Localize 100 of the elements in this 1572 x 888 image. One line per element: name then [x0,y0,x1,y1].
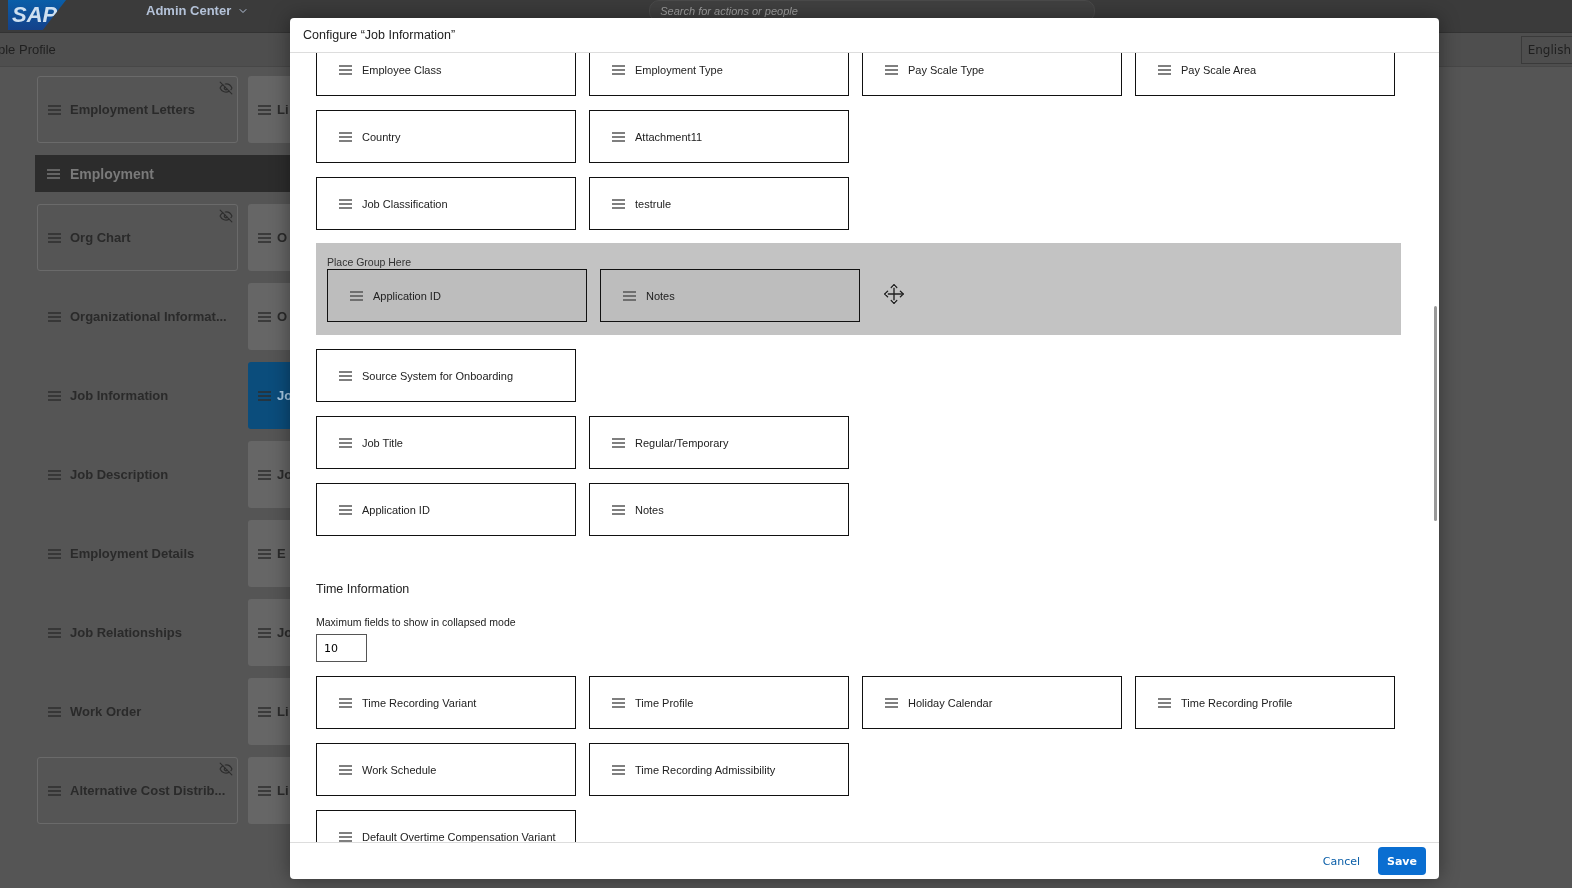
drag-handle-icon [48,706,61,717]
field-card[interactable]: Country [316,110,576,163]
drag-handle-icon [48,785,61,796]
field-card[interactable]: Application ID [327,269,587,322]
drag-handle-icon [48,390,61,401]
drag-handle-icon [339,504,352,515]
drag-handle-icon [1158,697,1171,708]
field-label: Default Overtime Compensation Variant [362,830,556,842]
drag-handle-icon [339,64,352,75]
drag-handle-icon [612,198,625,209]
field-label: Job Title [362,436,403,449]
drag-handle-icon [612,504,625,515]
drag-handle-icon [258,469,271,480]
drag-handle-icon [339,764,352,775]
block-title: O [277,230,288,245]
field-label: Source System for Onboarding [362,369,514,382]
block-title: Li [277,783,289,798]
field-card[interactable]: Job Classification [316,177,576,230]
field-card[interactable]: Application ID [316,483,576,536]
drag-handle-icon [258,104,271,115]
field-card[interactable]: Attachment11 [589,110,849,163]
field-label: Notes [635,503,664,516]
field-label: Employment Type [635,63,723,76]
drag-handle-icon [350,290,363,301]
drag-handle-icon [612,697,625,708]
field-label: Holiday Calendar [908,696,993,709]
section-title: Employment [70,165,154,182]
drag-handle-icon [48,311,61,322]
field-card[interactable]: Notes [600,269,860,322]
eye-off-icon [219,81,233,95]
field-label: Work Schedule [362,763,437,776]
drag-handle-icon [339,437,352,448]
logo: SAP [8,0,66,30]
field-card[interactable]: Time Recording Profile [1135,676,1395,729]
field-card[interactable]: Work Schedule [316,743,576,796]
field-card[interactable]: Source System for Onboarding [316,349,576,402]
scrollbar[interactable] [1434,306,1437,521]
field-card[interactable]: Job Title [316,416,576,469]
drag-handle-icon [1158,64,1171,75]
field-label: Time Recording Profile [1181,696,1293,709]
field-card[interactable]: Time Recording Admissibility [589,743,849,796]
app-title-menu[interactable]: Admin Center [146,3,250,18]
field-card[interactable]: Pay Scale Area [1135,53,1395,96]
drag-handle-icon [258,627,271,638]
drag-handle-icon [612,764,625,775]
field-label: Application ID [373,289,441,302]
field-caption: Maximum fields to show in collapsed mode [316,616,517,628]
field-label: Pay Scale Area [1181,63,1257,76]
drag-handle-icon [258,785,271,796]
drag-handle-icon [48,627,61,638]
max-fields-input[interactable]: 10 [316,634,367,662]
drop-zone-label: Place Group Here [327,255,413,269]
drag-handle-icon [612,131,625,142]
field-card[interactable]: Regular/Temporary [589,416,849,469]
drag-handle-icon [612,64,625,75]
field-card[interactable]: Employment Type [589,53,849,96]
field-label: Time Profile [635,696,694,709]
drag-handle-icon [339,131,352,142]
drag-handle-icon [258,390,271,401]
field-label: Country [362,130,401,143]
move-cursor-icon [883,283,905,305]
block-title: E [277,546,286,561]
drag-handle-icon [339,198,352,209]
cancel-button[interactable]: Cancel [1318,850,1364,872]
drag-handle-icon [612,437,625,448]
field-label: Regular/Temporary [635,436,729,449]
drag-handle-icon [258,706,271,717]
section-heading: Time Information [316,582,411,596]
drag-handle-icon [339,697,352,708]
drag-handle-icon [258,311,271,322]
drag-handle-icon [47,168,60,179]
drag-handle-icon [339,831,352,842]
drag-handle-icon [623,290,636,301]
field-label: Time Recording Variant [362,696,477,709]
field-card[interactable]: Holiday Calendar [862,676,1122,729]
drag-handle-icon [885,697,898,708]
drop-zone[interactable]: Place Group Here Application ID Notes [316,243,1401,335]
field-label: Time Recording Admissibility [635,763,776,776]
drag-handle-icon [885,64,898,75]
field-card[interactable]: Time Profile [589,676,849,729]
drag-handle-icon [258,548,271,559]
field-card[interactable]: Pay Scale Type [862,53,1122,96]
eye-off-icon [219,762,233,776]
field-card[interactable]: testrule [589,177,849,230]
block-title: O [277,309,288,324]
drag-handle-icon [258,232,271,243]
drag-handle-icon [48,232,61,243]
field-card[interactable]: Time Recording Variant [316,676,576,729]
eye-off-icon [219,209,233,223]
field-card[interactable]: Notes [589,483,849,536]
block-title: Li [277,704,289,719]
field-card[interactable]: Employee Class [316,53,576,96]
save-button[interactable]: Save [1378,847,1426,875]
field-label: Notes [646,289,675,302]
field-label: Application ID [362,503,430,516]
field-label: Attachment11 [635,130,703,143]
field-label: Job Classification [362,197,448,210]
block-title: Li [277,102,289,117]
drag-handle-icon [339,370,352,381]
field-card[interactable]: Default Overtime Compensation Variant [316,810,576,842]
